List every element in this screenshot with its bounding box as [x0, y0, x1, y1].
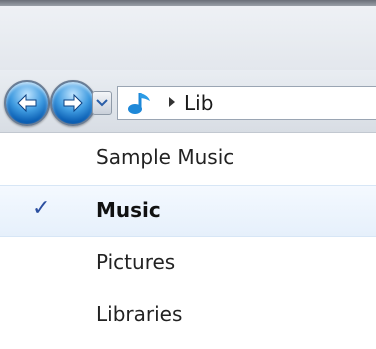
- recent-pages-button[interactable]: [92, 91, 112, 115]
- breadcrumb-arrow-icon[interactable]: [168, 97, 176, 107]
- forward-button[interactable]: [50, 80, 96, 126]
- menu-item-label: Music: [96, 198, 161, 222]
- menu-item-libraries[interactable]: Libraries: [0, 290, 376, 342]
- window-frame: [0, 6, 376, 70]
- music-note-icon: [128, 93, 150, 114]
- back-arrow-icon: [17, 93, 37, 113]
- checkmark-icon: ✓: [32, 196, 51, 221]
- menu-item-label: Sample Music: [96, 145, 235, 169]
- address-bar[interactable]: Lib: [117, 86, 376, 120]
- menu-item-pictures[interactable]: Pictures: [0, 238, 376, 290]
- menu-item-sample-music[interactable]: Sample Music: [0, 133, 376, 185]
- menu-item-label: Pictures: [96, 250, 176, 274]
- back-button[interactable]: [4, 80, 50, 126]
- window-bottom: [0, 343, 376, 349]
- recent-pages-menu: Sample Music ✓ Music Pictures Libraries: [0, 133, 376, 344]
- chevron-down-icon: [96, 99, 108, 107]
- forward-arrow-icon: [63, 93, 83, 113]
- menu-item-label: Libraries: [96, 302, 183, 326]
- explorer-window: Lib Sample Music ✓ Music Pictures Librar…: [0, 0, 376, 349]
- breadcrumb-libraries[interactable]: Lib: [184, 91, 213, 115]
- menu-item-music[interactable]: ✓ Music: [0, 185, 376, 237]
